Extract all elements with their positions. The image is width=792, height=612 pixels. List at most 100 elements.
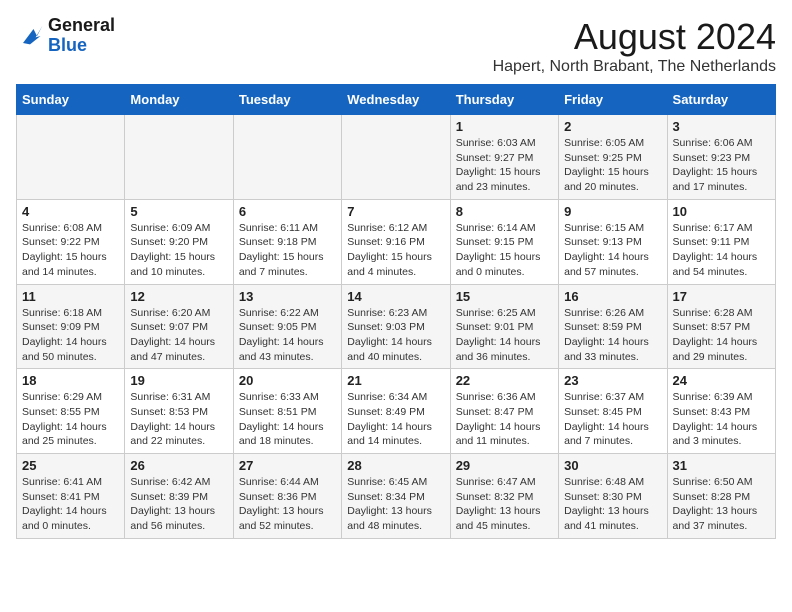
day-info: Sunrise: 6:11 AM Sunset: 9:18 PM Dayligh… (239, 221, 336, 280)
day-number: 6 (239, 204, 336, 219)
calendar-cell: 21 Sunrise: 6:34 AM Sunset: 8:49 PM Dayli… (342, 369, 450, 454)
logo-line2: Blue (48, 36, 115, 56)
day-info: Sunrise: 6:15 AM Sunset: 9:13 PM Dayligh… (564, 221, 661, 280)
calendar-cell: 12 Sunrise: 6:20 AM Sunset: 9:07 PM Dayli… (125, 284, 233, 369)
day-info: Sunrise: 6:31 AM Sunset: 8:53 PM Dayligh… (130, 390, 227, 449)
day-number: 23 (564, 373, 661, 388)
day-number: 3 (673, 119, 770, 134)
subtitle: Hapert, North Brabant, The Netherlands (493, 58, 776, 76)
calendar-cell: 26 Sunrise: 6:42 AM Sunset: 8:39 PM Dayli… (125, 454, 233, 539)
day-number: 22 (456, 373, 553, 388)
calendar-cell: 13 Sunrise: 6:22 AM Sunset: 9:05 PM Dayli… (233, 284, 341, 369)
week-row-4: 18Sunrise: 6:29 AM Sunset: 8:55 PM Dayli… (17, 369, 776, 454)
calendar-cell: 25Sunrise: 6:41 AM Sunset: 8:41 PM Dayli… (17, 454, 125, 539)
calendar-cell: 11Sunrise: 6:18 AM Sunset: 9:09 PM Dayli… (17, 284, 125, 369)
week-row-2: 4 Sunrise: 6:08 AM Sunset: 9:22 PM Daylig… (17, 199, 776, 284)
main-title: August 2024 (493, 16, 776, 58)
day-info: Sunrise: 6:47 AM Sunset: 8:32 PM Dayligh… (456, 475, 553, 534)
day-number: 10 (673, 204, 770, 219)
calendar-cell: 30 Sunrise: 6:48 AM Sunset: 8:30 PM Dayli… (559, 454, 667, 539)
day-number: 24 (673, 373, 770, 388)
calendar-cell: 27 Sunrise: 6:44 AM Sunset: 8:36 PM Dayli… (233, 454, 341, 539)
day-number: 13 (239, 289, 336, 304)
calendar-cell: 4 Sunrise: 6:08 AM Sunset: 9:22 PM Daylig… (17, 199, 125, 284)
day-number: 19 (130, 373, 227, 388)
calendar-cell: 24 Sunrise: 6:39 AM Sunset: 8:43 PM Dayli… (667, 369, 775, 454)
logo-bird-icon (16, 22, 44, 50)
calendar-cell: 1 Sunrise: 6:03 AM Sunset: 9:27 PM Daylig… (450, 115, 558, 200)
day-info: Sunrise: 6:06 AM Sunset: 9:23 PM Dayligh… (673, 136, 770, 195)
day-info: Sunrise: 6:44 AM Sunset: 8:36 PM Dayligh… (239, 475, 336, 534)
logo-line1: General (48, 16, 115, 36)
calendar-cell: 22 Sunrise: 6:36 AM Sunset: 8:47 PM Dayli… (450, 369, 558, 454)
day-number: 21 (347, 373, 444, 388)
day-info: Sunrise: 6:33 AM Sunset: 8:51 PM Dayligh… (239, 390, 336, 449)
day-number: 8 (456, 204, 553, 219)
calendar-cell: 29 Sunrise: 6:47 AM Sunset: 8:32 PM Dayli… (450, 454, 558, 539)
calendar-cell (233, 115, 341, 200)
header-row: SundayMondayTuesdayWednesdayThursdayFrid… (17, 85, 776, 115)
day-number: 26 (130, 458, 227, 473)
day-number: 1 (456, 119, 553, 134)
calendar-cell: 20 Sunrise: 6:33 AM Sunset: 8:51 PM Dayli… (233, 369, 341, 454)
day-number: 7 (347, 204, 444, 219)
day-info: Sunrise: 6:39 AM Sunset: 8:43 PM Dayligh… (673, 390, 770, 449)
calendar-cell: 2 Sunrise: 6:05 AM Sunset: 9:25 PM Daylig… (559, 115, 667, 200)
day-info: Sunrise: 6:42 AM Sunset: 8:39 PM Dayligh… (130, 475, 227, 534)
calendar-table: SundayMondayTuesdayWednesdayThursdayFrid… (16, 84, 776, 539)
day-info: Sunrise: 6:05 AM Sunset: 9:25 PM Dayligh… (564, 136, 661, 195)
day-info: Sunrise: 6:14 AM Sunset: 9:15 PM Dayligh… (456, 221, 553, 280)
day-info: Sunrise: 6:29 AM Sunset: 8:55 PM Dayligh… (22, 390, 119, 449)
day-info: Sunrise: 6:45 AM Sunset: 8:34 PM Dayligh… (347, 475, 444, 534)
day-info: Sunrise: 6:22 AM Sunset: 9:05 PM Dayligh… (239, 306, 336, 365)
calendar-cell: 17Sunrise: 6:28 AM Sunset: 8:57 PM Dayli… (667, 284, 775, 369)
title-area: August 2024 Hapert, North Brabant, The N… (493, 16, 776, 76)
day-number: 15 (456, 289, 553, 304)
day-info: Sunrise: 6:37 AM Sunset: 8:45 PM Dayligh… (564, 390, 661, 449)
day-info: Sunrise: 6:25 AM Sunset: 9:01 PM Dayligh… (456, 306, 553, 365)
day-number: 14 (347, 289, 444, 304)
calendar-cell (17, 115, 125, 200)
day-info: Sunrise: 6:09 AM Sunset: 9:20 PM Dayligh… (130, 221, 227, 280)
day-info: Sunrise: 6:18 AM Sunset: 9:09 PM Dayligh… (22, 306, 119, 365)
day-info: Sunrise: 6:36 AM Sunset: 8:47 PM Dayligh… (456, 390, 553, 449)
header: General Blue August 2024 Hapert, North B… (16, 16, 776, 76)
calendar-cell: 15 Sunrise: 6:25 AM Sunset: 9:01 PM Dayli… (450, 284, 558, 369)
logo-text: General Blue (48, 16, 115, 56)
calendar-cell: 28 Sunrise: 6:45 AM Sunset: 8:34 PM Dayli… (342, 454, 450, 539)
day-info: Sunrise: 6:34 AM Sunset: 8:49 PM Dayligh… (347, 390, 444, 449)
day-info: Sunrise: 6:03 AM Sunset: 9:27 PM Dayligh… (456, 136, 553, 195)
calendar-cell: 6 Sunrise: 6:11 AM Sunset: 9:18 PM Daylig… (233, 199, 341, 284)
day-info: Sunrise: 6:12 AM Sunset: 9:16 PM Dayligh… (347, 221, 444, 280)
week-row-1: 1 Sunrise: 6:03 AM Sunset: 9:27 PM Daylig… (17, 115, 776, 200)
calendar-cell: 16Sunrise: 6:26 AM Sunset: 8:59 PM Dayli… (559, 284, 667, 369)
day-info: Sunrise: 6:20 AM Sunset: 9:07 PM Dayligh… (130, 306, 227, 365)
col-header-saturday: Saturday (667, 85, 775, 115)
day-number: 31 (673, 458, 770, 473)
day-number: 4 (22, 204, 119, 219)
calendar-cell (125, 115, 233, 200)
day-number: 27 (239, 458, 336, 473)
calendar-cell: 23 Sunrise: 6:37 AM Sunset: 8:45 PM Dayli… (559, 369, 667, 454)
day-info: Sunrise: 6:50 AM Sunset: 8:28 PM Dayligh… (673, 475, 770, 534)
day-number: 20 (239, 373, 336, 388)
calendar-cell: 8 Sunrise: 6:14 AM Sunset: 9:15 PM Daylig… (450, 199, 558, 284)
day-number: 30 (564, 458, 661, 473)
col-header-sunday: Sunday (17, 85, 125, 115)
day-number: 29 (456, 458, 553, 473)
day-number: 5 (130, 204, 227, 219)
day-info: Sunrise: 6:08 AM Sunset: 9:22 PM Dayligh… (22, 221, 119, 280)
day-info: Sunrise: 6:48 AM Sunset: 8:30 PM Dayligh… (564, 475, 661, 534)
day-number: 2 (564, 119, 661, 134)
day-number: 17 (673, 289, 770, 304)
day-number: 9 (564, 204, 661, 219)
calendar-cell: 31 Sunrise: 6:50 AM Sunset: 8:28 PM Dayli… (667, 454, 775, 539)
day-number: 28 (347, 458, 444, 473)
day-number: 12 (130, 289, 227, 304)
week-row-3: 11Sunrise: 6:18 AM Sunset: 9:09 PM Dayli… (17, 284, 776, 369)
col-header-thursday: Thursday (450, 85, 558, 115)
calendar-cell (342, 115, 450, 200)
col-header-wednesday: Wednesday (342, 85, 450, 115)
week-row-5: 25Sunrise: 6:41 AM Sunset: 8:41 PM Dayli… (17, 454, 776, 539)
day-number: 25 (22, 458, 119, 473)
